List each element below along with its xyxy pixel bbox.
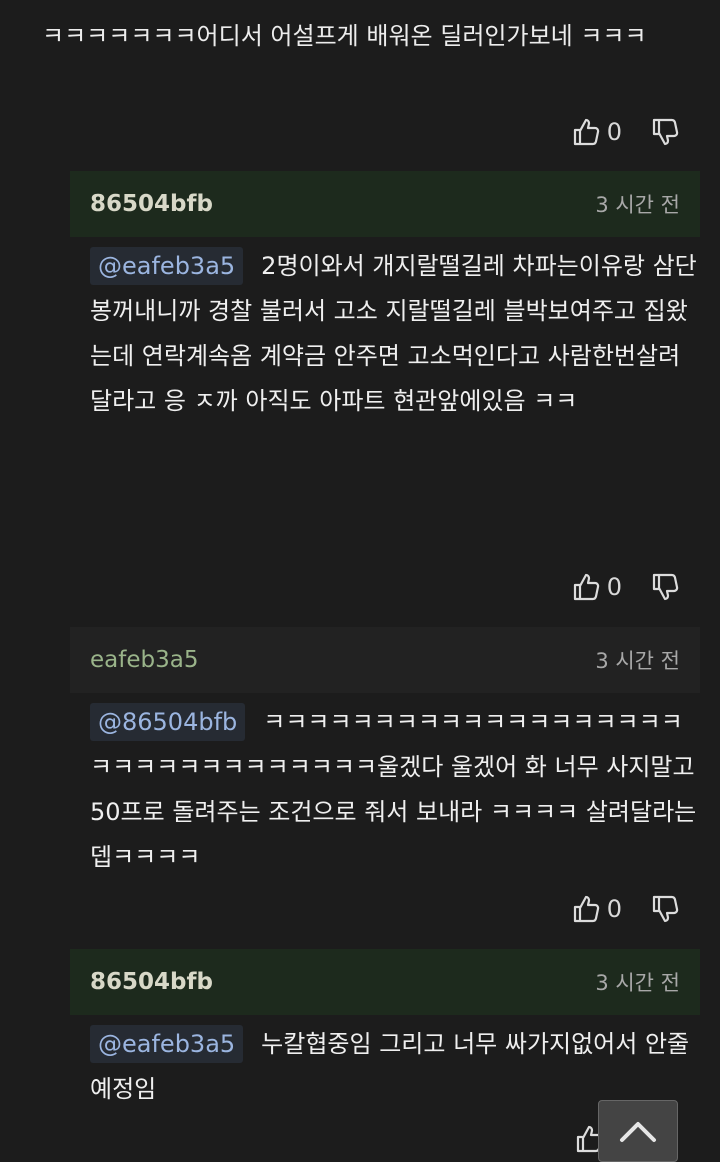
reply-actions: 0 <box>571 891 680 927</box>
thumbs-up-icon[interactable] <box>571 894 601 924</box>
reply-header: eafeb3a5 3 시간 전 <box>70 627 700 693</box>
reply-author[interactable]: eafeb3a5 <box>90 647 198 673</box>
mention-tag[interactable]: @eafeb3a5 <box>90 247 244 285</box>
reply-body: @eafeb3a5 2명이와서 개지랄떨길레 차파는이유랑 삼단봉꺼내니까 경찰 … <box>90 244 700 424</box>
reply-time: 3 시간 전 <box>595 971 680 995</box>
reply-author[interactable]: 86504bfb <box>90 969 213 995</box>
thumbs-down-icon[interactable] <box>650 572 680 602</box>
chevron-up-icon <box>620 1122 656 1142</box>
like-count: 0 <box>606 895 622 923</box>
like-count: 0 <box>606 573 622 601</box>
reply-body: @86504bfb ㅋㅋㅋㅋㅋㅋㅋㅋㅋㅋㅋㅋㅋㅋㅋㅋㅋㅋㅋㅋㅋㅋㅋㅋㅋㅋㅋㅋㅋㅋㅋ… <box>90 700 700 880</box>
reply-time: 3 시간 전 <box>595 649 680 673</box>
scroll-to-top-button[interactable] <box>598 1100 678 1162</box>
mention-tag[interactable]: @eafeb3a5 <box>90 1025 244 1063</box>
like-count: 0 <box>606 118 622 146</box>
reply-header: 86504bfb 3 시간 전 <box>70 171 700 237</box>
thumbs-up-icon[interactable] <box>571 572 601 602</box>
reply-header: 86504bfb 3 시간 전 <box>70 949 700 1015</box>
thumbs-up-icon[interactable] <box>571 117 601 147</box>
reply-author[interactable]: 86504bfb <box>90 191 213 217</box>
reply-body: @eafeb3a5 누칼협중임 그리고 너무 싸가지없어서 안줄 예정임 <box>90 1022 700 1112</box>
top-comment-actions: 0 <box>571 114 680 150</box>
mention-tag[interactable]: @86504bfb <box>90 703 246 741</box>
top-comment-text: ㅋㅋㅋㅋㅋㅋㅋ어디서 어설프게 배워온 딜러인가보네 ㅋㅋㅋ <box>42 22 647 50</box>
reply-actions: 0 <box>571 569 680 605</box>
thumbs-down-icon[interactable] <box>650 894 680 924</box>
reply-time: 3 시간 전 <box>595 193 680 217</box>
thumbs-down-icon[interactable] <box>650 117 680 147</box>
